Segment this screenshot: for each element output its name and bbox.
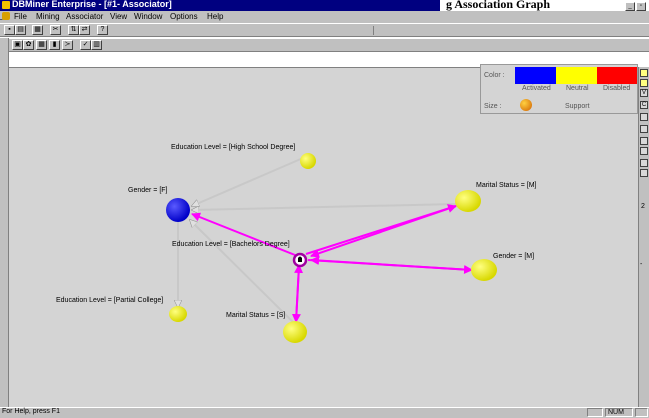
node-gender-m[interactable] [471, 259, 497, 281]
status-panel-blank [587, 408, 603, 417]
status-message: For Help, press F1 [2, 408, 60, 415]
edge-bd-to-gf [191, 212, 296, 256]
association-graph [166, 153, 497, 343]
node-gender-f[interactable] [166, 198, 190, 222]
node-marital-status-s[interactable] [283, 321, 307, 343]
label-bachelors-degree: Education Level = [Bachelors Degree] [172, 241, 290, 248]
hand-cursor-icon [298, 256, 302, 262]
label-gender-f: Gender = [F] [128, 187, 168, 194]
num-lock-indicator: NUM [605, 408, 633, 417]
status-panel-end [635, 408, 648, 417]
node-marital-status-m[interactable] [455, 190, 481, 212]
status-bar: For Help, press F1 NUM [0, 407, 649, 418]
edge-mm-to-bd [310, 205, 457, 258]
label-marital-status-m: Marital Status = [M] [476, 182, 537, 189]
edge-ms-to-gf [190, 220, 297, 326]
label-marital-status-s: Marital Status = [S] [226, 312, 286, 319]
label-partial-college: Education Level = [Partial College] [56, 297, 164, 304]
node-high-school-degree[interactable] [300, 153, 316, 169]
node-partial-college[interactable] [169, 306, 187, 322]
label-gender-m: Gender = [M] [493, 253, 535, 260]
edge-hs-to-gf [192, 157, 304, 206]
edge-mm-to-gf [192, 203, 457, 210]
edge-gm-to-bd [310, 256, 473, 271]
label-high-school-degree: Education Level = [High School Degree] [171, 144, 296, 151]
